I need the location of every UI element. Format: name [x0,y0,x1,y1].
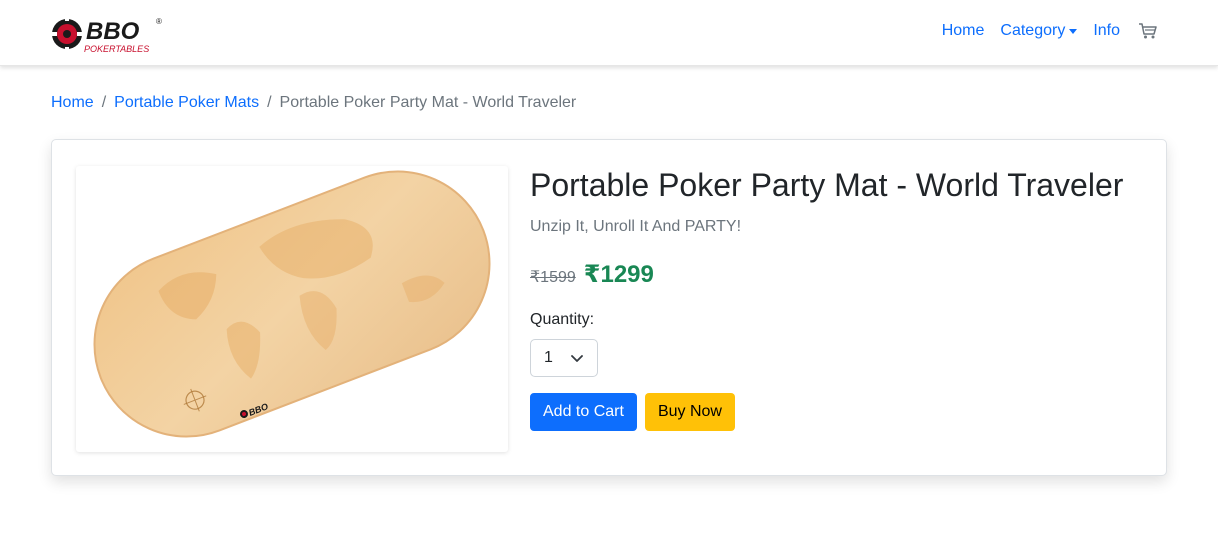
nav-links: Home Category Info [926,22,1158,40]
svg-text:BBO: BBO [86,18,140,45]
nav-info-link[interactable]: Info [1093,22,1120,40]
bbo-logo-icon: BBO ® POKERTABLES [52,16,162,54]
breadcrumb: Home / Portable Poker Mats / Portable Po… [51,94,576,112]
caret-down-icon [1069,29,1078,34]
breadcrumb-category[interactable]: Portable Poker Mats [114,94,259,112]
product-title: Portable Poker Party Mat - World Travele… [530,167,1124,203]
original-price: ₹1599 [530,269,576,287]
action-buttons: Add to Cart Buy Now [530,393,1150,432]
cart-icon[interactable] [1138,22,1158,40]
nav-category-label: Category [1000,22,1066,39]
sale-price: ₹1299 [583,261,654,289]
svg-text:®: ® [156,17,162,26]
brand-logo[interactable]: BBO ® POKERTABLES [50,12,168,56]
product-card: BBO Portable Poker Party Mat - World Tra… [51,139,1167,476]
nav-category-dropdown[interactable]: Category [1000,22,1078,40]
price-row: ₹1599 ₹1299 [530,260,1150,289]
breadcrumb-separator: / [267,94,272,111]
quantity-value: 1 [544,349,553,367]
navbar: BBO ® POKERTABLES Home Category Info [0,0,1218,66]
quantity-select[interactable]: 1 [530,339,598,378]
nav-home-link[interactable]: Home [942,22,985,40]
poker-mat-image: BBO [93,170,491,438]
svg-text:POKERTABLES: POKERTABLES [84,44,149,54]
breadcrumb-home[interactable]: Home [51,94,94,112]
quantity-label: Quantity: [530,311,595,329]
breadcrumb-current: Portable Poker Party Mat - World Travele… [279,94,577,111]
chevron-down-icon [571,355,583,363]
add-to-cart-button[interactable]: Add to Cart [530,393,637,432]
product-details: Portable Poker Party Mat - World Travele… [530,166,1150,432]
product-image: BBO [76,166,508,452]
breadcrumb-separator: / [101,94,107,111]
product-subtitle: Unzip It, Unroll It And PARTY! [530,218,742,236]
buy-now-button[interactable]: Buy Now [644,393,735,432]
